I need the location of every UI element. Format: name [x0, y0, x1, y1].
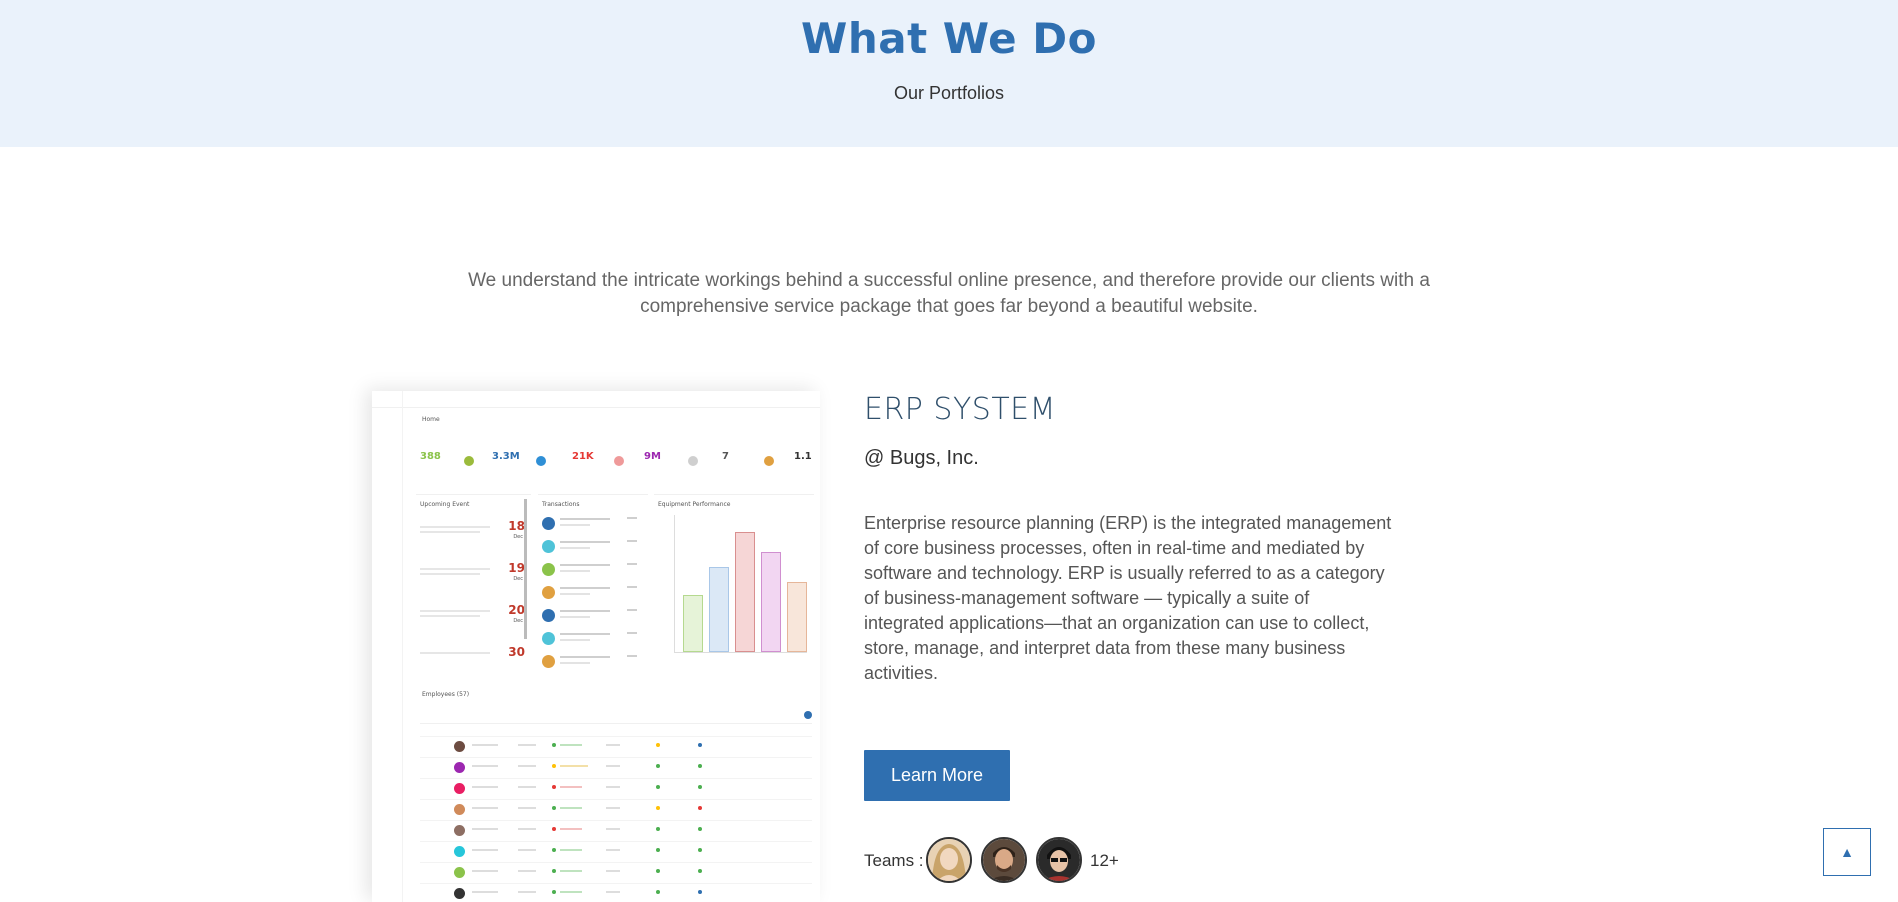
screenshot-stat: 9M — [644, 451, 661, 462]
screenshot-stat: 7 — [722, 451, 729, 462]
screenshot-topbar — [372, 391, 820, 408]
table-row — [420, 736, 812, 757]
screenshot-stat: 1.1 — [794, 451, 812, 462]
transaction-item — [542, 632, 637, 652]
transaction-item — [542, 655, 637, 675]
event-item: 30 — [420, 643, 525, 681]
screenshot-page-label: Home — [422, 416, 440, 423]
transaction-item — [542, 517, 637, 537]
screenshot-stat: 21K — [572, 451, 594, 462]
portfolio-title: ERP SYSTEM — [864, 392, 1057, 427]
transaction-item — [542, 609, 637, 629]
chart-bar — [787, 582, 807, 652]
table-row — [420, 883, 812, 902]
team-avatar — [981, 837, 1027, 883]
teams-more-count: 12+ — [1090, 851, 1119, 870]
section-subtitle: Our Portfolios — [893, 83, 1005, 103]
transaction-item — [542, 586, 637, 606]
portfolio-screenshot: Home 388 3.3M 21K 9M 7 1.1 Upcoming Even… — [372, 391, 820, 902]
intro-text: We understand the intricate workings beh… — [468, 270, 1430, 317]
globe-icon — [764, 456, 774, 466]
person-icon — [983, 839, 1025, 881]
chart-bar — [683, 595, 703, 652]
back-to-top-button[interactable]: ▲ — [1823, 828, 1871, 876]
users-icon — [536, 456, 546, 466]
event-item: 18 Dec — [420, 517, 525, 555]
table-row — [420, 778, 812, 799]
screenshot-table-title: Employees (57) — [422, 691, 470, 698]
learn-more-button[interactable]: Learn More — [864, 750, 1010, 801]
team-avatar — [1036, 837, 1082, 883]
teams-label: Teams : — [864, 851, 924, 870]
transaction-item — [542, 563, 637, 583]
transaction-item — [542, 540, 637, 560]
event-item: 20 Dec — [420, 601, 525, 639]
screenshot-filters — [420, 709, 812, 724]
team-avatar — [926, 837, 972, 883]
chart-bar — [761, 552, 781, 652]
table-row — [420, 820, 812, 841]
arrow-up-icon: ▲ — [1840, 844, 1854, 860]
equipment-performance-panel: Equipment Performance — [654, 494, 814, 680]
transactions-panel: Transactions — [538, 494, 648, 680]
upcoming-events-panel: Upcoming Event 18 Dec 19 Dec 20 Dec 30 — [416, 494, 531, 680]
screenshot-sidebar — [372, 391, 403, 902]
table-row — [420, 841, 812, 862]
table-row — [420, 862, 812, 883]
hero-banner: What We Do Our Portfolios — [0, 0, 1898, 147]
person-icon — [928, 839, 970, 881]
person-icon — [1038, 839, 1080, 881]
table-row — [420, 757, 812, 778]
chart-bar — [735, 532, 755, 652]
diamond-icon — [614, 456, 624, 466]
table-row — [420, 799, 812, 820]
portfolio-description: Enterprise resource planning (ERP) is th… — [864, 513, 1392, 683]
section-title: What We Do — [801, 14, 1097, 63]
dollar-icon — [688, 456, 698, 466]
portfolio-company: @ Bugs, Inc. — [864, 447, 979, 469]
stat-icon — [464, 456, 474, 466]
chart-bar — [709, 567, 729, 652]
screenshot-stat: 388 — [420, 451, 441, 462]
screenshot-stat: 3.3M — [492, 451, 520, 462]
event-item: 19 Dec — [420, 559, 525, 597]
mini-bar-chart — [674, 515, 807, 653]
